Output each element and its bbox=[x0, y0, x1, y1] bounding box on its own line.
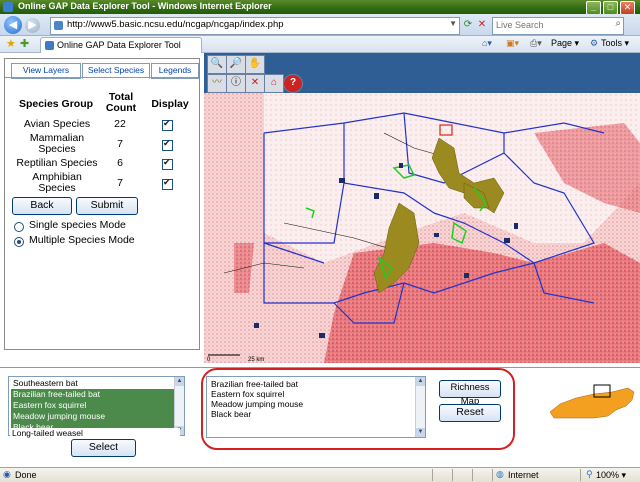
status-text: Done bbox=[15, 470, 37, 480]
feeds-icon[interactable]: ▣▾ bbox=[506, 38, 519, 49]
zoom-in-icon[interactable]: 🔍 bbox=[207, 55, 227, 74]
tools-menu[interactable]: Tools ▾ bbox=[601, 38, 629, 49]
display-checkbox-avian[interactable] bbox=[162, 118, 173, 131]
window-title: Online GAP Data Explorer Tool - Windows … bbox=[18, 1, 272, 11]
home-map-icon[interactable]: ⌂ bbox=[264, 74, 284, 93]
minimize-button[interactable]: _ bbox=[586, 1, 601, 15]
browser-tab[interactable]: Online GAP Data Explorer Tool bbox=[40, 37, 202, 54]
submit-button[interactable]: Submit bbox=[76, 197, 138, 215]
list-scrollbar[interactable]: ▲ ▼ bbox=[174, 377, 184, 435]
internet-zone-icon: ◍ bbox=[496, 469, 504, 479]
list-item[interactable]: Brazilian free-tailed bat bbox=[11, 389, 175, 400]
tools-gear-icon[interactable]: ⚙ bbox=[590, 38, 598, 49]
species-group-header: Species Group bbox=[18, 98, 94, 110]
page-done-icon: ◉ bbox=[3, 469, 11, 479]
tab-title: Online GAP Data Explorer Tool bbox=[57, 40, 181, 50]
identify-icon[interactable]: ⓘ bbox=[226, 74, 246, 93]
multiple-mode-radio[interactable] bbox=[14, 237, 24, 247]
print-icon[interactable]: ⎙▾ bbox=[530, 38, 542, 49]
back-nav-icon[interactable]: ◀ bbox=[4, 16, 22, 34]
display-checkbox-reptilian[interactable] bbox=[162, 157, 173, 170]
group-amphibian: Amphibian Species bbox=[32, 171, 82, 194]
scale-right-label: 25 km bbox=[248, 357, 264, 363]
search-input[interactable] bbox=[493, 18, 606, 32]
maximize-button[interactable]: □ bbox=[603, 1, 618, 15]
zone-label: Internet bbox=[508, 470, 539, 480]
multiple-mode-label: Multiple Species Mode bbox=[29, 234, 135, 246]
zoom-icon[interactable]: ⚲ bbox=[586, 469, 593, 480]
overview-map[interactable] bbox=[546, 372, 636, 436]
display-header: Display bbox=[151, 98, 189, 110]
favorites-star-icon[interactable]: ★ bbox=[6, 37, 16, 50]
page-icon bbox=[54, 21, 63, 30]
highlight-outline bbox=[201, 368, 515, 450]
home-icon[interactable]: ⌂▾ bbox=[482, 38, 492, 49]
list-item[interactable]: Long-tailed weasel bbox=[10, 428, 180, 439]
clear-icon[interactable]: ✕ bbox=[245, 74, 265, 93]
tab-page-icon bbox=[45, 41, 54, 50]
add-favorites-icon[interactable]: ✚ bbox=[20, 37, 29, 50]
search-box[interactable]: ⌕ bbox=[492, 17, 624, 35]
full-extent-icon[interactable]: 〰 bbox=[207, 74, 227, 93]
display-checkbox-mammalian[interactable] bbox=[162, 138, 173, 151]
count-avian: 22 bbox=[114, 118, 126, 130]
single-mode-radio[interactable] bbox=[14, 222, 24, 232]
nc-state-shape bbox=[549, 387, 635, 419]
ie-icon bbox=[3, 2, 13, 12]
address-toolbar: ◀ ▶ http://www5.basic.ncsu.edu/ncgap/ncg… bbox=[0, 14, 640, 36]
count-mammalian: 7 bbox=[117, 138, 123, 150]
forward-nav-icon[interactable]: ▶ bbox=[25, 18, 40, 33]
group-avian: Avian Species bbox=[23, 118, 91, 130]
search-icon[interactable]: ⌕ bbox=[615, 18, 621, 29]
page-menu[interactable]: Page ▾ bbox=[551, 38, 579, 49]
stop-icon[interactable]: ✕ bbox=[474, 17, 490, 33]
species-map[interactable]: 0 25 km bbox=[204, 93, 640, 363]
display-checkbox-amphibian[interactable] bbox=[162, 177, 173, 190]
group-reptilian: Reptilian Species bbox=[16, 157, 98, 169]
count-reptilian: 6 bbox=[117, 157, 123, 169]
scroll-up-icon[interactable]: ▲ bbox=[175, 377, 184, 386]
total-count-header: Total Count bbox=[105, 91, 137, 114]
list-item[interactable]: Meadow jumping mouse bbox=[11, 411, 175, 422]
tab-bar: ★ ✚ Online GAP Data Explorer Tool ⌂▾ ▣▾ … bbox=[0, 36, 640, 54]
species-panel: View Layers Select Species Legends Speci… bbox=[4, 58, 200, 350]
back-button[interactable]: Back bbox=[12, 197, 72, 215]
list-item[interactable]: Eastern fox squirrel bbox=[11, 400, 175, 411]
count-amphibian: 7 bbox=[117, 177, 123, 189]
zoom-out-icon[interactable]: 🔎 bbox=[226, 55, 246, 74]
map-toolbar: 🔍 🔎 ✋ 〰 ⓘ ✕ ⌂ ? bbox=[204, 53, 640, 93]
address-url: http://www5.basic.ncsu.edu/ncgap/ncgap/i… bbox=[67, 19, 284, 30]
zoom-level[interactable]: 100% ▾ bbox=[596, 470, 626, 481]
overview-canvas bbox=[549, 384, 635, 419]
close-button[interactable]: ✕ bbox=[620, 1, 635, 15]
map-canvas: 0 25 km bbox=[204, 93, 640, 363]
window-title-bar: Online GAP Data Explorer Tool - Windows … bbox=[0, 0, 640, 15]
status-bar: ◉ Done ◍ Internet ⚲ 100% ▾ bbox=[0, 467, 640, 482]
list-item[interactable]: Southeastern bat bbox=[11, 378, 175, 389]
pan-hand-icon[interactable]: ✋ bbox=[245, 55, 265, 74]
help-icon[interactable]: ? bbox=[283, 74, 303, 93]
species-listbox[interactable]: Southeastern bat Brazilian free-tailed b… bbox=[8, 376, 185, 436]
single-mode-label: Single species Mode bbox=[29, 219, 126, 231]
address-field[interactable]: http://www5.basic.ncsu.edu/ncgap/ncgap/i… bbox=[50, 17, 460, 35]
dropdown-arrow-icon[interactable]: ▼ bbox=[449, 19, 457, 28]
group-mammalian: Mammalian Species bbox=[29, 132, 85, 155]
tab-divider bbox=[5, 77, 199, 78]
select-button[interactable]: Select bbox=[71, 439, 136, 457]
